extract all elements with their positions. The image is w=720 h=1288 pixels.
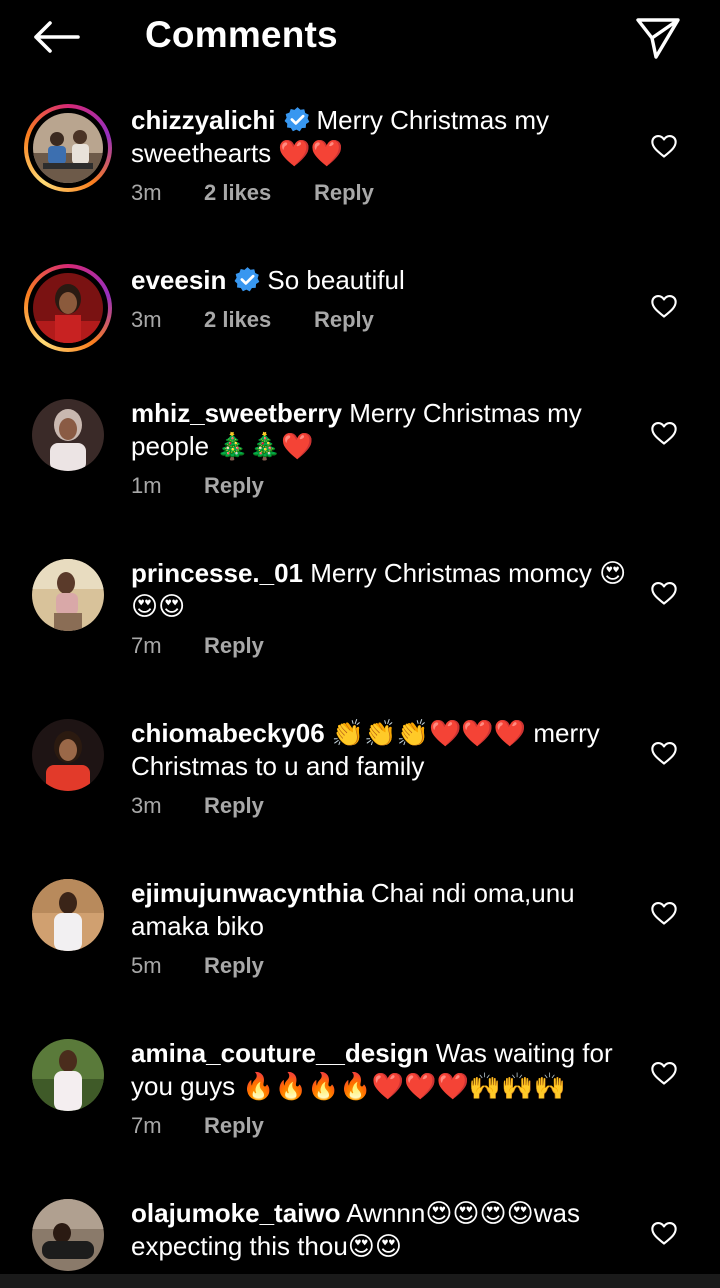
- back-button[interactable]: [28, 14, 84, 60]
- verified-badge-icon: [284, 107, 309, 132]
- comment-body: chiomabecky06 👏👏👏❤️❤️❤️ merry Christmas …: [131, 717, 631, 819]
- reply-button[interactable]: Reply: [314, 180, 374, 206]
- comment-text: So beautiful: [267, 265, 405, 295]
- avatar[interactable]: [24, 557, 112, 645]
- comment-username[interactable]: olajumoke_taiwo: [131, 1198, 341, 1228]
- comment-body: princesse._01 Merry Christmas momcy 😍😍😍 …: [131, 557, 631, 659]
- heart-icon[interactable]: [650, 1219, 678, 1247]
- comment-body: eveesin So beautiful 3m 2 likes Reply: [131, 264, 631, 333]
- avatar[interactable]: [24, 1037, 112, 1125]
- comment-time: 1m: [131, 473, 162, 498]
- page-title: Comments: [145, 14, 338, 55]
- heart-icon[interactable]: [650, 132, 678, 160]
- reply-button[interactable]: Reply: [314, 307, 374, 333]
- comment-body: olajumoke_taiwo Awnnn😍😍😍😍was expecting t…: [131, 1197, 631, 1263]
- comment-body: mhiz_sweetberry Merry Christmas my peopl…: [131, 397, 631, 499]
- comment-username[interactable]: chiomabecky06: [131, 718, 325, 748]
- arrow-left-icon: [34, 21, 80, 53]
- avatar[interactable]: [24, 264, 112, 352]
- comment-time: 7m: [131, 1113, 162, 1138]
- comment-username[interactable]: amina_couture__design: [131, 1038, 429, 1068]
- send-paper-plane-icon: [636, 18, 680, 59]
- comment-time: 7m: [131, 633, 162, 658]
- heart-icon[interactable]: [650, 899, 678, 927]
- comment-time: 3m: [131, 793, 162, 818]
- verified-badge-icon: [234, 267, 260, 292]
- comment-username[interactable]: princesse._01: [131, 558, 303, 588]
- bottom-input-bar: [0, 1274, 720, 1288]
- comment-body: chizzyalichi Merry Christmas my sweethear…: [131, 104, 631, 206]
- heart-icon[interactable]: [650, 739, 678, 767]
- comment-body: amina_couture__design Was waiting for yo…: [131, 1037, 631, 1139]
- reply-button[interactable]: Reply: [204, 1113, 264, 1139]
- heart-icon[interactable]: [650, 1059, 678, 1087]
- heart-icon[interactable]: [650, 419, 678, 447]
- comment-username[interactable]: chizzyalichi: [131, 105, 276, 135]
- heart-icon[interactable]: [650, 292, 678, 320]
- avatar[interactable]: [24, 397, 112, 485]
- reply-button[interactable]: Reply: [204, 793, 264, 819]
- share-button[interactable]: [632, 12, 684, 64]
- avatar[interactable]: [24, 1197, 112, 1285]
- comment-likes[interactable]: 2 likes: [204, 307, 314, 333]
- comment-time: 3m: [131, 307, 162, 332]
- comment-username[interactable]: eveesin: [131, 265, 226, 295]
- avatar[interactable]: [24, 104, 112, 192]
- reply-button[interactable]: Reply: [204, 633, 264, 659]
- avatar[interactable]: [24, 877, 112, 965]
- comment-username[interactable]: ejimujunwacynthia: [131, 878, 364, 908]
- comment-time: 3m: [131, 180, 162, 205]
- comment-username[interactable]: mhiz_sweetberry: [131, 398, 342, 428]
- reply-button[interactable]: Reply: [204, 953, 264, 979]
- comments-header: Comments: [0, 0, 720, 74]
- heart-icon[interactable]: [650, 579, 678, 607]
- comment-likes[interactable]: 2 likes: [204, 180, 314, 206]
- comment-time: 5m: [131, 953, 162, 978]
- reply-button[interactable]: Reply: [204, 473, 264, 499]
- avatar[interactable]: [24, 717, 112, 805]
- comment-body: ejimujunwacynthia Chai ndi oma,unu amaka…: [131, 877, 631, 979]
